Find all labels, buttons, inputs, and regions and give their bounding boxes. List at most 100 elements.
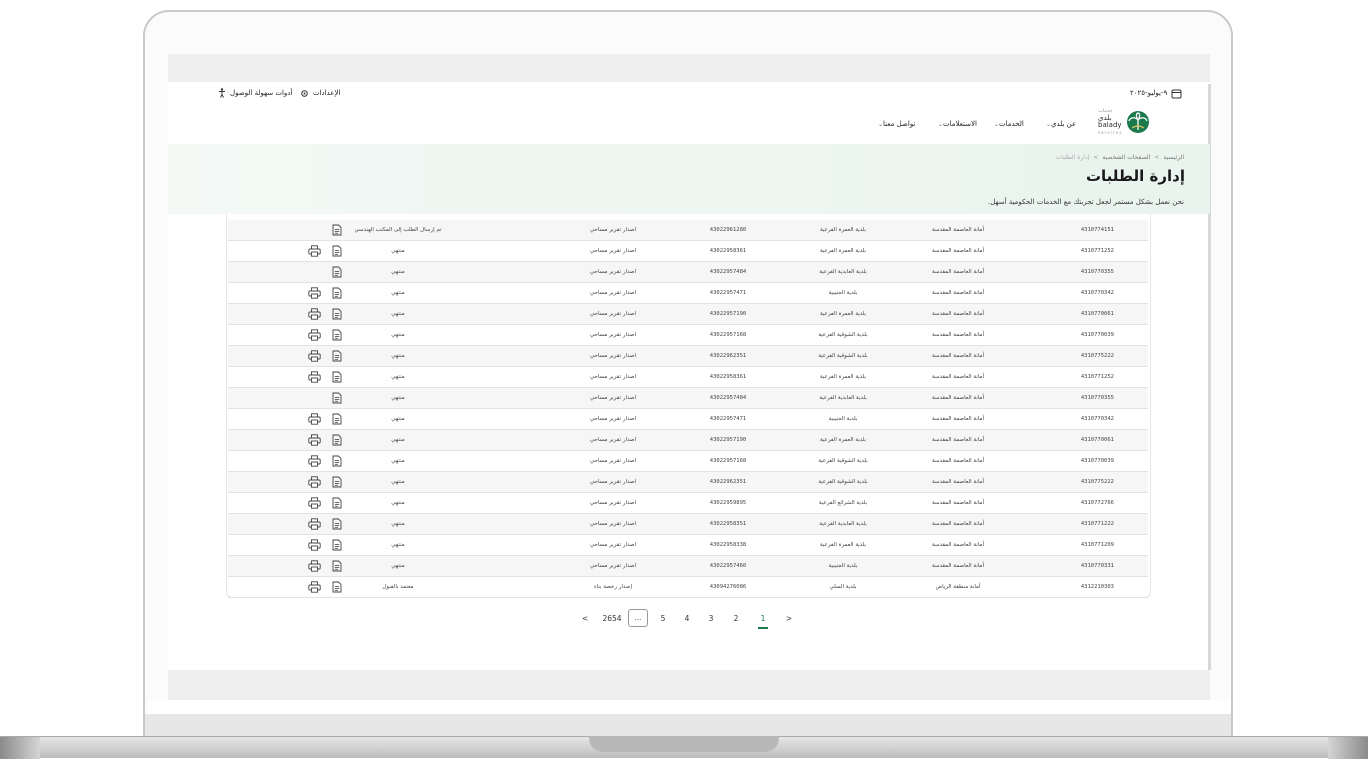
baladiya-cell: بلدية العمرة الفرعية — [819, 248, 867, 254]
print-icon[interactable] — [308, 434, 321, 446]
document-icon[interactable] — [332, 434, 342, 446]
table-row[interactable]: 4310771222 أمانة العاصمة المقدسة بلدية الع… — [228, 514, 1148, 535]
table-row[interactable]: 4312210303 أمانة منطقة الرياض بلدية السلي 4… — [228, 577, 1148, 598]
amana-cell: أمانة العاصمة المقدسة — [931, 416, 985, 422]
print-icon[interactable] — [308, 455, 321, 467]
nav-services-label: الخدمات — [999, 120, 1024, 128]
pagination-next-button[interactable]: > — [784, 611, 794, 627]
table-row[interactable]: 4310774151 أمانة العاصمة المقدسة بلدية الع… — [228, 220, 1148, 241]
table-row[interactable]: 4310770039 أمانة العاصمة المقدسة بلدية الش… — [228, 325, 1148, 346]
document-icon[interactable] — [332, 350, 342, 362]
status-text: معتمد بالقبول — [382, 584, 414, 590]
nav-services[interactable]: ⌄ الخدمات — [992, 118, 1024, 130]
accessibility-link[interactable]: أدوات سهولة الوصول — [218, 84, 292, 102]
document-icon[interactable] — [332, 476, 342, 488]
settings-link[interactable]: الإعدادات — [300, 84, 340, 102]
status-text: منتهي — [391, 437, 405, 443]
print-icon[interactable] — [308, 287, 321, 299]
reference-number: 43022959895 — [709, 500, 747, 506]
nav-contact[interactable]: ⌄ تواصل معنا — [876, 118, 915, 130]
service-name: اصدار تقرير مساحي — [589, 248, 637, 254]
table-row[interactable]: 4310770355 أمانة العاصمة المقدسة بلدية الع… — [228, 262, 1148, 283]
pagination-prev-button[interactable]: < — [580, 611, 590, 627]
breadcrumb-personal[interactable]: الصفحات الشخصية — [1102, 154, 1150, 161]
browser-topbar — [168, 54, 1210, 82]
table-row[interactable]: 4310772766 أمانة العاصمة المقدسة بلدية الش… — [228, 493, 1148, 514]
pagination-page-1-active[interactable]: 1 — [758, 611, 768, 629]
document-icon[interactable] — [332, 539, 342, 551]
table-row[interactable]: 4310770331 أمانة العاصمة المقدسة بلدية الج… — [228, 556, 1148, 577]
document-icon[interactable] — [332, 224, 342, 236]
document-icon[interactable] — [332, 497, 342, 509]
request-number: 4310775222 — [1080, 479, 1114, 485]
status-text: منتهي — [391, 479, 405, 485]
table-row[interactable]: 4310771252 أمانة العاصمة المقدسة بلدية الع… — [228, 241, 1148, 262]
table-row[interactable]: 4310770342 أمانة العاصمة المقدسة بلدية الج… — [228, 409, 1148, 430]
print-icon[interactable] — [308, 413, 321, 425]
table-row[interactable]: 4310771209 أمانة العاصمة المقدسة بلدية الع… — [228, 535, 1148, 556]
table-row[interactable]: 4310770039 أمانة العاصمة المقدسة بلدية الش… — [228, 451, 1148, 472]
document-icon[interactable] — [332, 518, 342, 530]
document-icon[interactable] — [332, 245, 342, 257]
reference-number: 43022957471 — [709, 290, 747, 296]
document-icon[interactable] — [332, 308, 342, 320]
print-icon[interactable] — [308, 350, 321, 362]
table-row[interactable]: 4310775222 أمانة العاصمة المقدسة بلدية الش… — [228, 472, 1148, 493]
table-row[interactable]: 4310771252 أمانة العاصمة المقدسة بلدية الع… — [228, 367, 1148, 388]
print-icon[interactable] — [308, 539, 321, 551]
print-icon[interactable] — [308, 308, 321, 320]
reference-number: 43094276086 — [709, 584, 747, 590]
table-row[interactable]: 4310770342 أمانة العاصمة المقدسة بلدية الج… — [228, 283, 1148, 304]
service-name: اصدار تقرير مساحي — [589, 458, 637, 464]
settings-label: الإعدادات — [313, 89, 341, 97]
service-name: اصدار تقرير مساحي — [589, 353, 637, 359]
pagination-ellipsis[interactable]: ... — [628, 609, 648, 627]
document-icon[interactable] — [332, 455, 342, 467]
pagination-page-2[interactable]: 2 — [731, 611, 741, 627]
table-row[interactable]: 4310775222 أمانة العاصمة المقدسة بلدية الش… — [228, 346, 1148, 367]
print-icon[interactable] — [308, 497, 321, 509]
print-icon[interactable] — [308, 329, 321, 341]
nav-about[interactable]: ⌄ عن بلدي — [1044, 118, 1076, 130]
pagination-page-3[interactable]: 3 — [706, 611, 716, 627]
amana-cell: أمانة منطقة الرياض — [935, 584, 981, 590]
baladiya-cell: بلدية العمرة الفرعية — [819, 542, 867, 548]
baladiya-cell: بلدية الجنيبية — [828, 563, 858, 569]
document-icon[interactable] — [332, 287, 342, 299]
status-text: منتهي — [391, 563, 405, 569]
print-icon[interactable] — [308, 581, 321, 593]
table-row[interactable]: 4310770355 أمانة العاصمة المقدسة بلدية الع… — [228, 388, 1148, 409]
pagination-page-5[interactable]: 5 — [658, 611, 668, 627]
document-icon[interactable] — [332, 413, 342, 425]
page-subtitle: نحن نعمل بشكل مستمر لجعل تجربتك مع الخدم… — [988, 198, 1184, 206]
print-icon[interactable] — [308, 476, 321, 488]
document-icon[interactable] — [332, 392, 342, 404]
document-icon[interactable] — [332, 371, 342, 383]
amana-cell: أمانة العاصمة المقدسة — [931, 437, 985, 443]
document-icon[interactable] — [332, 329, 342, 341]
nav-contact-label: تواصل معنا — [883, 120, 916, 128]
table-row[interactable]: 4310770061 أمانة العاصمة المقدسة بلدية الع… — [228, 430, 1148, 451]
pagination-page-4[interactable]: 4 — [682, 611, 692, 627]
amana-cell: أمانة العاصمة المقدسة — [931, 521, 985, 527]
print-icon[interactable] — [308, 518, 321, 530]
request-number: 4310772766 — [1080, 500, 1114, 506]
accessibility-icon — [219, 88, 225, 98]
reference-number: 43022957168 — [709, 332, 747, 338]
request-number: 4310770331 — [1080, 563, 1114, 569]
document-icon[interactable] — [332, 266, 342, 278]
page-title: إدارة الطلبات — [1085, 167, 1185, 185]
breadcrumb-home[interactable]: الرئيسية — [1163, 154, 1184, 161]
service-name: اصدار تقرير مساحي — [589, 542, 637, 548]
reference-number: 43022957190 — [709, 437, 747, 443]
print-icon[interactable] — [308, 560, 321, 572]
nav-inquiries[interactable]: ⌄ الاستعلامات — [936, 118, 977, 130]
reference-number: 43022957190 — [709, 311, 747, 317]
print-icon[interactable] — [308, 245, 321, 257]
document-icon[interactable] — [332, 560, 342, 572]
balady-logo[interactable]: خدمات بلدي balady services — [1098, 108, 1150, 136]
document-icon[interactable] — [332, 581, 342, 593]
table-row[interactable]: 4310770061 أمانة العاصمة المقدسة بلدية الع… — [228, 304, 1148, 325]
print-icon[interactable] — [308, 371, 321, 383]
pagination-last-page[interactable]: 2654 — [600, 611, 624, 627]
